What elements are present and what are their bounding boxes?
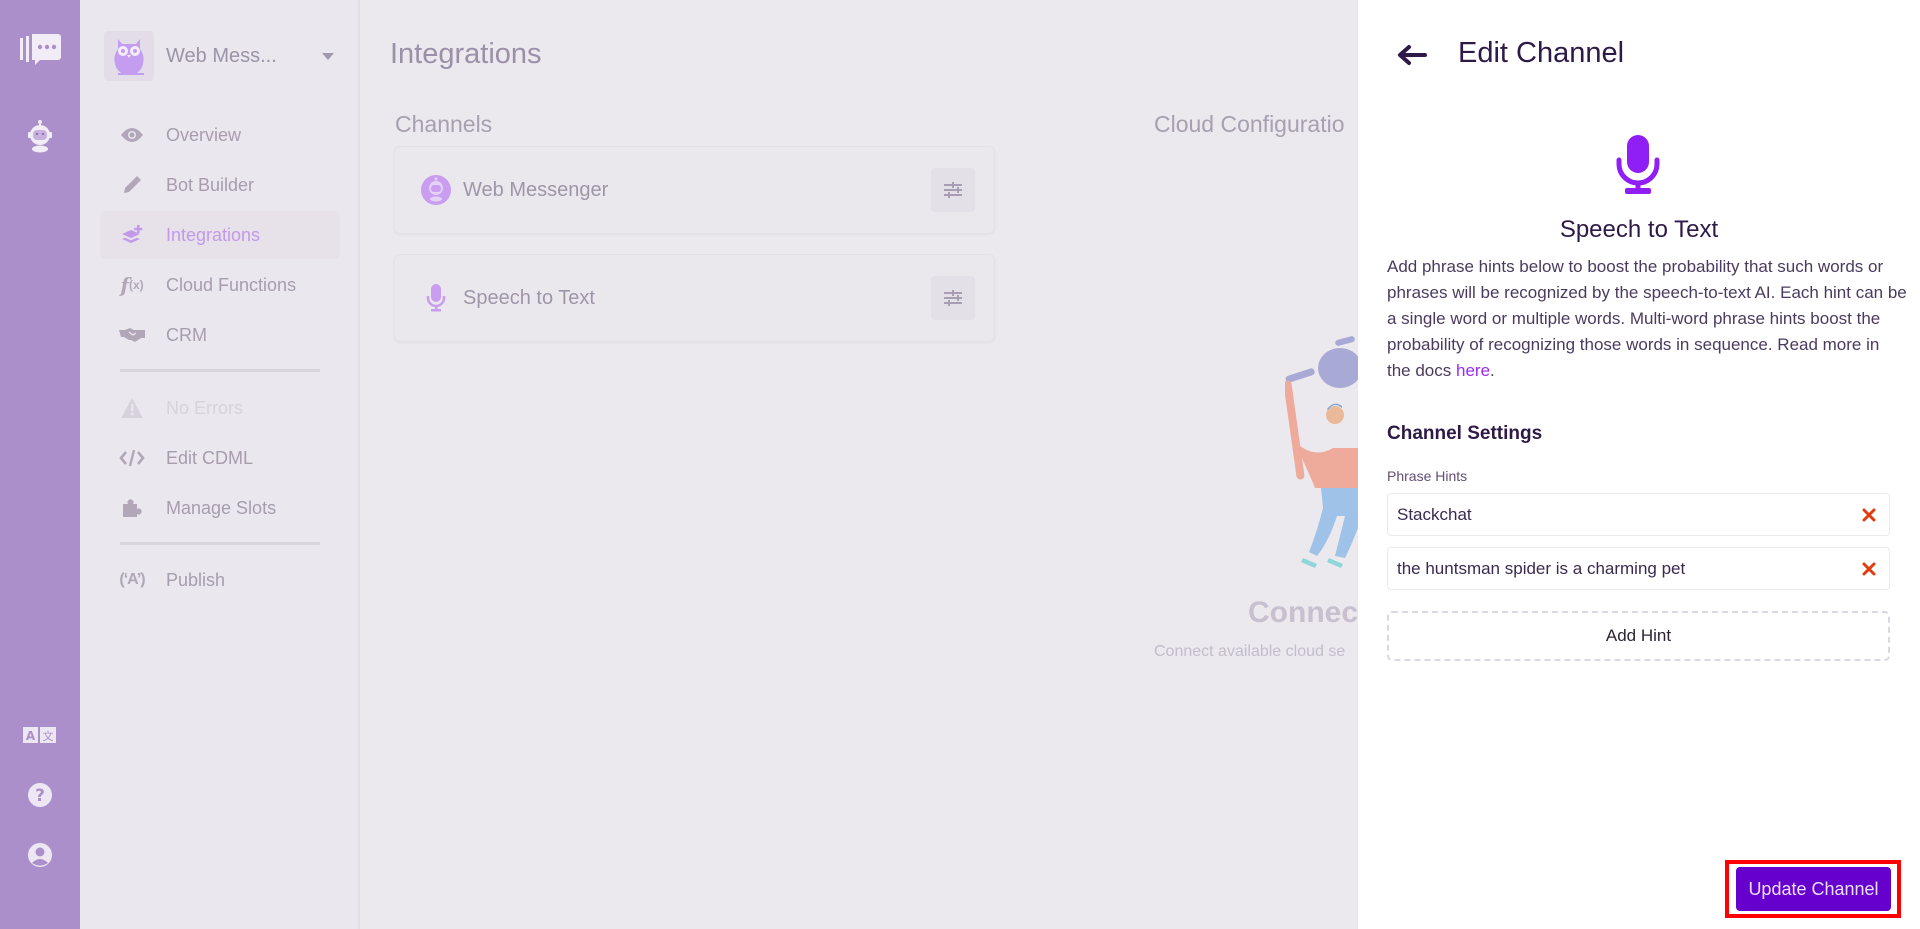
- sidebar-item-cloud-functions[interactable]: f (x) Cloud Functions: [100, 261, 340, 309]
- channel-settings-button[interactable]: [931, 276, 975, 320]
- sliders-icon: [944, 290, 962, 306]
- channel-description: Add phrase hints below to boost the prob…: [1387, 254, 1907, 384]
- cloud-configuration-heading: Cloud Configuratio: [1154, 111, 1345, 137]
- docs-link[interactable]: here: [1456, 361, 1490, 380]
- phrase-hint-input[interactable]: [1388, 558, 1849, 579]
- broadcast-icon: (‘A’): [119, 571, 145, 588]
- channel-settings-button[interactable]: [931, 168, 975, 212]
- update-channel-button[interactable]: Update Channel: [1736, 867, 1891, 911]
- sidebar-item-no-errors: No Errors: [100, 384, 340, 432]
- nav-divider: [120, 542, 320, 545]
- sidebar-item-label: Cloud Functions: [166, 274, 297, 295]
- stackchat-logo-icon[interactable]: [0, 26, 80, 74]
- sidebar-item-label: Edit CDML: [166, 447, 254, 468]
- channel-label: Web Messenger: [463, 178, 609, 201]
- phrase-hint-row: [1387, 547, 1890, 590]
- handshake-icon: [114, 327, 150, 343]
- sidebar-item-manage-slots[interactable]: Manage Slots: [100, 484, 340, 532]
- warning-icon: [114, 397, 150, 419]
- empty-state-subtitle: Connect available cloud se: [1154, 643, 1346, 660]
- panel-title: Edit Channel: [1458, 37, 1625, 69]
- eye-icon: [114, 127, 150, 143]
- sliders-icon: [944, 182, 962, 198]
- add-hint-button[interactable]: Add Hint: [1387, 611, 1890, 661]
- sidebar-item-crm[interactable]: CRM: [100, 311, 340, 359]
- app-rail: A文 ?: [0, 0, 80, 929]
- help-icon[interactable]: ?: [0, 780, 80, 810]
- remove-hint-button[interactable]: [1849, 495, 1889, 535]
- description-end: .: [1490, 361, 1495, 380]
- sidebar-item-integrations[interactable]: Integrations: [100, 211, 340, 259]
- close-icon: [1862, 508, 1876, 521]
- nav-divider: [120, 369, 320, 372]
- bot-name: Web Mess...: [166, 44, 277, 67]
- phrase-hints-label: Phrase Hints: [1387, 468, 1468, 484]
- bot-icon: [421, 175, 451, 205]
- microphone-icon: [421, 283, 451, 313]
- back-button[interactable]: [1394, 40, 1430, 70]
- page-title: Integrations: [390, 38, 542, 70]
- svg-text:文: 文: [43, 729, 54, 743]
- pencil-icon: [114, 174, 150, 196]
- svg-text:?: ?: [35, 786, 45, 806]
- function-icon: f (x): [120, 273, 144, 297]
- puzzle-icon: [114, 497, 150, 519]
- plug-illustration: [1283, 330, 1373, 575]
- channel-name: Speech to Text: [1559, 216, 1719, 243]
- svg-text:A: A: [26, 729, 36, 743]
- channel-label: Speech to Text: [463, 286, 595, 309]
- microphone-icon: [1616, 134, 1660, 201]
- remove-hint-button[interactable]: [1849, 549, 1889, 589]
- translate-icon[interactable]: A文: [0, 722, 80, 748]
- user-account-icon[interactable]: [0, 840, 80, 870]
- close-icon: [1862, 562, 1876, 575]
- channel-settings-heading: Channel Settings: [1387, 423, 1543, 444]
- sidebar-item-edit-cdml[interactable]: Edit CDML: [100, 434, 340, 482]
- sidebar-item-label: Overview: [166, 124, 242, 145]
- sidebar-item-label: Publish: [166, 569, 226, 590]
- sidebar: Web Mess... Overview Bot Builder Integra…: [80, 0, 360, 929]
- channel-card-web-messenger: Web Messenger: [394, 146, 995, 234]
- sidebar-item-label: Integrations: [166, 224, 261, 245]
- sidebar-item-bot-builder[interactable]: Bot Builder: [100, 161, 340, 209]
- channel-card-speech-to-text: Speech to Text: [394, 254, 995, 342]
- phrase-hint-row: [1387, 493, 1890, 536]
- empty-state-title: Connect: [1248, 596, 1368, 629]
- phrase-hint-input[interactable]: [1388, 504, 1849, 525]
- channels-heading: Channels: [395, 111, 493, 137]
- sidebar-item-label: CRM: [166, 324, 207, 345]
- sidebar-item-label: No Errors: [166, 397, 244, 418]
- sidebar-item-overview[interactable]: Overview: [100, 111, 340, 159]
- sidebar-item-publish[interactable]: (‘A’) Publish: [100, 556, 340, 604]
- sidebar-item-label: Manage Slots: [166, 497, 277, 518]
- bot-selector[interactable]: Web Mess...: [104, 30, 340, 82]
- chevron-down-icon[interactable]: [322, 52, 334, 60]
- edit-channel-panel: Edit Channel Speech to Text Add phrase h…: [1358, 0, 1920, 929]
- bot-icon[interactable]: [0, 112, 80, 160]
- layers-plus-icon: [114, 224, 150, 246]
- sidebar-item-label: Bot Builder: [166, 174, 255, 195]
- owl-avatar-icon: [104, 31, 154, 81]
- code-icon: [114, 449, 150, 467]
- arrow-left-icon: [1398, 45, 1427, 65]
